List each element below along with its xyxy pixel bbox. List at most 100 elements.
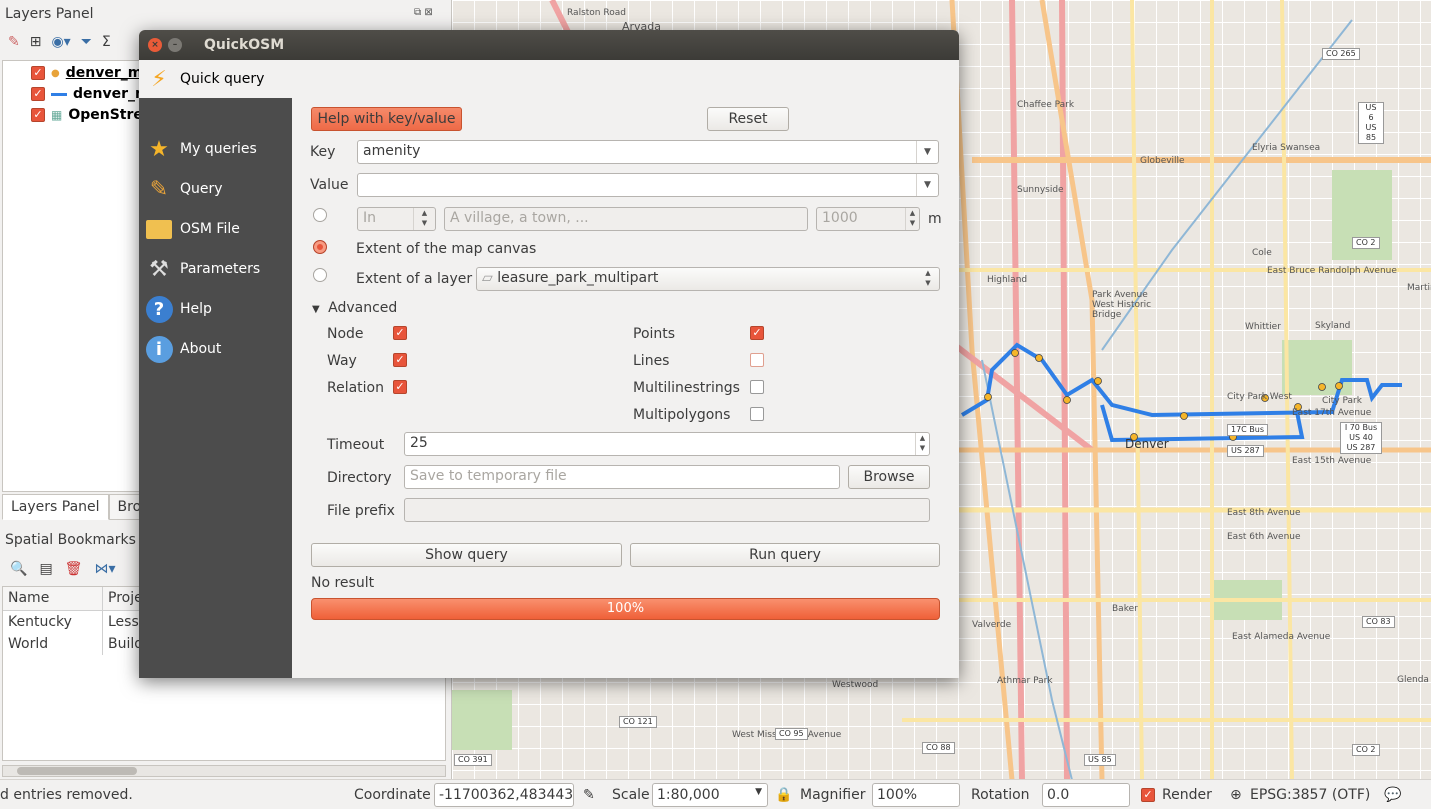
key-combo[interactable]: amenity ▼ [357, 140, 939, 164]
extent-layer-label[interactable]: Extent of a layer [356, 271, 472, 287]
relation-checkbox[interactable]: ✓ [393, 380, 407, 394]
dialog-titlebar[interactable]: × – QuickOSM [139, 30, 959, 60]
expand-icon[interactable]: Σ [102, 34, 111, 50]
map-label: Elyria Swansea [1252, 143, 1321, 153]
spin-arrows-icon[interactable]: ▲ ▼ [915, 433, 929, 455]
timeout-spinbox[interactable]: 25 ▲ ▼ [404, 432, 930, 456]
map-label: City Park [1322, 396, 1362, 406]
multilinestrings-label: Multilinestrings [633, 380, 740, 396]
reset-button[interactable]: Reset [707, 107, 789, 131]
multilinestrings-checkbox[interactable] [750, 380, 764, 394]
run-query-button[interactable]: Run query [630, 543, 940, 567]
magnifier-label: Magnifier [800, 787, 866, 803]
extent-canvas-label[interactable]: Extent of the map canvas [356, 241, 536, 257]
radio-extent-canvas[interactable] [313, 240, 327, 254]
new-bookmark-icon[interactable]: ▤ [39, 561, 52, 577]
extents-toggle-icon[interactable]: ✎ [583, 787, 595, 803]
spin-arrows-icon[interactable]: ▲ ▼ [905, 208, 919, 230]
globe-icon[interactable]: ⊕ [1230, 787, 1242, 803]
radio-extent-layer[interactable] [313, 268, 327, 282]
add-group-icon[interactable]: ⊞ [30, 34, 42, 50]
sidebar-item-my-queries[interactable]: ★ My queries [139, 130, 292, 168]
chevron-down-icon[interactable]: ▼ [916, 174, 938, 196]
magnifier-spinbox[interactable]: 100% [872, 783, 960, 807]
layer-visibility-checkbox[interactable]: ✓ [31, 108, 45, 122]
value-combo[interactable]: ▼ [357, 173, 939, 197]
lines-checkbox[interactable] [750, 353, 764, 367]
close-icon[interactable]: × [148, 38, 162, 52]
node-checkbox[interactable]: ✓ [393, 326, 407, 340]
place-input[interactable]: A village, a town, ... [444, 207, 808, 231]
star-icon: ★ [149, 136, 169, 162]
layer-visibility-checkbox[interactable]: ✓ [31, 87, 45, 101]
render-checkbox[interactable]: ✓ [1141, 787, 1155, 803]
extent-layer-combo[interactable]: ▱ leasure_park_multipart ▲ ▼ [476, 267, 940, 291]
map-label: East 15th Avenue [1292, 456, 1372, 466]
sidebar-item-label: Quick query [180, 71, 265, 87]
distance-spinbox[interactable]: 1000 ▲ ▼ [816, 207, 920, 231]
show-query-button[interactable]: Show query [311, 543, 622, 567]
layer-visibility-checkbox[interactable]: ✓ [31, 66, 45, 80]
sidebar-item-parameters[interactable]: ⚒ Parameters [139, 250, 292, 288]
zoom-to-bookmark-icon[interactable]: 🔍 [10, 561, 27, 577]
layer-item[interactable]: ✓ ▦ OpenStre [31, 105, 143, 125]
sidebar-item-osm-file[interactable]: OSM File [139, 210, 292, 248]
radio-in-place[interactable] [313, 208, 327, 222]
sidebar-item-about[interactable]: i About [139, 330, 292, 368]
map-label: East Bruce Randolph Avenue [1267, 266, 1397, 276]
visibility-eye-icon[interactable]: ◉▾ [51, 34, 70, 50]
scale-combo[interactable]: 1:80,000 ▼ [652, 783, 768, 807]
spin-arrows-icon[interactable]: ▲ ▼ [413, 208, 435, 230]
spin-arrows-icon[interactable]: ▲ ▼ [917, 268, 939, 290]
tab-layers-panel[interactable]: Layers Panel [2, 494, 109, 520]
route-shield: CO 121 [619, 716, 657, 728]
help-key-value-button[interactable]: Help with key/value [311, 107, 462, 131]
map-label: Westwood [832, 680, 879, 690]
route-shield: US 287 [1227, 445, 1264, 457]
crs-label[interactable]: EPSG:3857 (OTF) [1250, 787, 1370, 803]
layer-item[interactable]: ✓ ● denver_m [31, 63, 142, 83]
dock-tabs: Layers Panel Brow [2, 494, 162, 520]
quickosm-dialog: × – QuickOSM ⚡ Quick query ★ My queries … [139, 30, 959, 678]
lines-label: Lines [633, 353, 670, 369]
filter-icon[interactable]: ⏷ [81, 34, 92, 50]
in-combo[interactable]: In ▲ ▼ [357, 207, 436, 231]
messages-icon[interactable]: 💬 [1384, 787, 1401, 803]
column-header[interactable]: Name [3, 587, 103, 610]
sidebar-item-query[interactable]: ✎ Query [139, 170, 292, 208]
panel-float-close-icons[interactable]: ⧉ ⊠ [414, 7, 433, 18]
map-label: East 6th Avenue [1227, 532, 1301, 542]
multipolygons-checkbox[interactable] [750, 407, 764, 421]
quick-query-form: Help with key/value Reset Key amenity ▼ … [292, 60, 959, 678]
style-brush-icon[interactable]: ✎ [8, 34, 20, 50]
chevron-down-icon[interactable]: ▼ [916, 141, 938, 163]
polygon-layer-icon: ▱ [482, 270, 493, 286]
lock-icon[interactable]: 🔒 [775, 787, 792, 803]
map-label: Chaffee Park [1017, 100, 1075, 110]
layer-item[interactable]: ✓ denver_m [31, 84, 150, 104]
share-icon[interactable]: ⋈▾ [94, 561, 115, 577]
file-prefix-input[interactable] [404, 498, 930, 522]
pencil-icon: ✎ [149, 176, 169, 202]
points-checkbox[interactable]: ✓ [750, 326, 764, 340]
folder-icon [143, 214, 175, 244]
route-shield: CO 83 [1362, 616, 1395, 628]
route-shield: CO 391 [454, 754, 492, 766]
delete-bookmark-icon[interactable]: 🗑 [65, 561, 83, 577]
map-label: East 17th Avenue [1292, 408, 1372, 418]
coordinate-field[interactable]: -11700362,4834436 [434, 783, 574, 807]
way-checkbox[interactable]: ✓ [393, 353, 407, 367]
horizontal-scrollbar[interactable] [2, 765, 446, 777]
lightning-icon: ⚡ [151, 66, 167, 92]
map-label: City Park West [1227, 392, 1292, 402]
map-label: Highland [987, 275, 1028, 285]
minimize-icon[interactable]: – [168, 38, 182, 52]
sidebar-item-quick-query[interactable]: ⚡ Quick query [139, 60, 292, 98]
rotation-spinbox[interactable]: 0.0 [1042, 783, 1130, 807]
sidebar-item-help[interactable]: ? Help [139, 290, 292, 328]
tools-icon: ⚒ [149, 256, 169, 282]
browse-button[interactable]: Browse [848, 465, 930, 489]
advanced-label: Advanced [328, 300, 398, 316]
advanced-toggle[interactable]: ▼ Advanced [312, 300, 397, 316]
directory-input[interactable]: Save to temporary file [404, 465, 840, 489]
